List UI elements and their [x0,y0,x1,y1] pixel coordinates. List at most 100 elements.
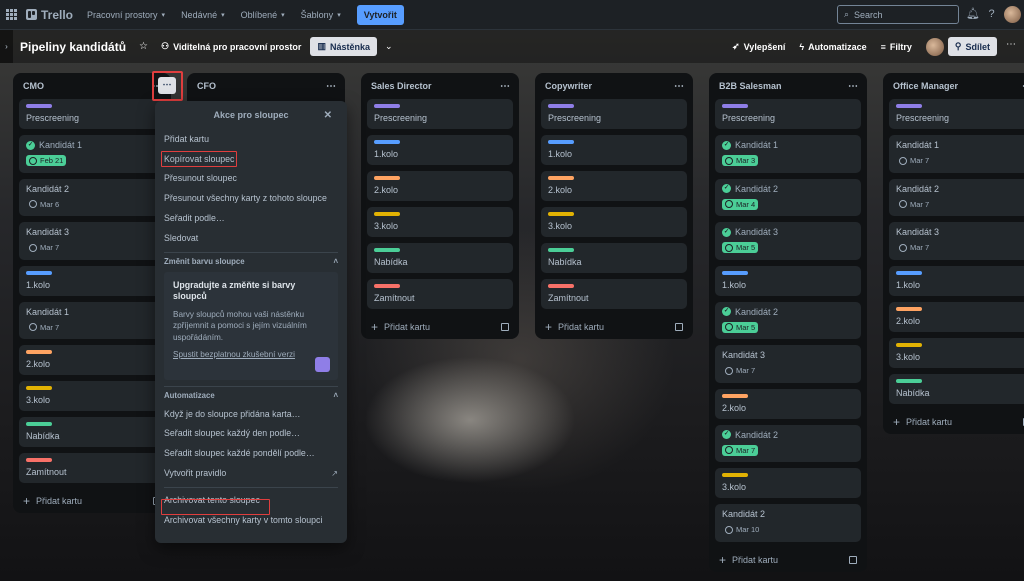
automation-section-header[interactable]: Automatizace ˄ [164,385,338,404]
trello-logo[interactable]: Trello [26,8,73,22]
card[interactable]: Zamítnout [19,453,165,483]
due-date-badge[interactable]: Mar 6 [26,199,62,210]
card[interactable]: Prescreening [541,99,687,129]
star-icon[interactable]: ☆ [139,41,148,52]
card[interactable]: 2.kolo [541,171,687,201]
due-date-badge[interactable]: Mar 5 [722,321,759,333]
add-card-button[interactable]: + Přidat kartu [889,410,1024,434]
sidebar-expand-icon[interactable]: › [0,30,13,63]
create-button[interactable]: Vytvořit [356,4,404,25]
card[interactable]: Kandidát 1 Mar 7 [19,301,165,339]
menu-add-card[interactable]: Přidat kartu [164,129,338,149]
due-date-badge[interactable]: Mar 7 [26,242,62,253]
app-switcher-icon[interactable] [6,8,18,21]
card[interactable]: Prescreening [19,99,165,129]
card[interactable]: 1.kolo [889,265,1024,296]
list-menu-icon[interactable]: ⋯ [323,81,339,92]
card[interactable]: Prescreening [367,99,513,129]
card[interactable]: Kandidát 2 Mar 7 [889,178,1024,216]
card[interactable]: 1.kolo [715,265,861,296]
card[interactable]: 1.kolo [367,135,513,165]
card[interactable]: Kandidát 1 Mar 7 [889,135,1024,173]
check-icon[interactable]: ✓ [722,307,731,316]
card[interactable]: Kandidát 3 Mar 7 [19,222,165,260]
card[interactable]: Nabídka [541,243,687,273]
search-input[interactable]: ⌕ Search [837,5,959,24]
due-date-badge[interactable]: Mar 7 [896,199,932,210]
board-title[interactable]: Pipeliny kandidátů [20,40,126,54]
card[interactable]: 2.kolo [367,171,513,201]
card[interactable]: Kandidát 2 Mar 10 [715,504,861,542]
due-date-badge[interactable]: Mar 7 [896,242,932,253]
user-avatar[interactable] [1004,6,1021,23]
check-icon[interactable]: ✓ [722,227,731,237]
list-title[interactable]: Office Manager [893,81,958,91]
notifications-icon[interactable]: 🔔︎ [966,8,980,21]
check-icon[interactable]: ✓ [722,430,731,439]
card[interactable]: Kandidát 2 Mar 6 [19,178,165,216]
due-date-badge[interactable]: Mar 7 [26,322,62,333]
due-date-badge[interactable]: Mar 10 [722,524,762,535]
list-menu-icon[interactable]: ⋯ [1019,81,1024,92]
more-icon[interactable]: ⋯ [1006,39,1016,50]
menu-when-card-added[interactable]: Když je do sloupce přidána karta… [164,404,338,424]
add-card-button[interactable]: + Přidat kartu [715,548,861,572]
nav-recent[interactable]: Nedávné ▾ [181,10,225,20]
card[interactable]: ✓ Kandidát 2 Mar 7 [715,424,861,462]
help-icon[interactable]: ? [985,8,998,21]
add-card-button[interactable]: + Přidat kartu [541,315,687,339]
share-button[interactable]: ⚲ Sdílet [947,37,997,56]
card-template-icon[interactable] [501,323,509,331]
list-menu-icon[interactable]: ⋯ [497,81,513,92]
trial-link[interactable]: Spustit bezplatnou zkušební verzi [173,350,295,359]
card[interactable]: 3.kolo [541,207,687,237]
card[interactable]: 1.kolo [541,135,687,165]
menu-sort-monday[interactable]: Seřadit sloupec každé pondělí podle… [164,443,338,463]
menu-create-rule[interactable]: Vytvořit pravidlo ↗ [164,463,338,483]
card[interactable]: 2.kolo [715,388,861,419]
check-icon[interactable]: ✓ [26,140,35,150]
member-avatar[interactable] [925,37,944,56]
card[interactable]: Prescreening [889,99,1024,129]
menu-move-all-cards[interactable]: Přesunout všechny karty z tohoto sloupce [164,188,338,208]
list-title[interactable]: CFO [197,81,216,91]
nav-workspaces[interactable]: Pracovní prostory ▾ [87,10,165,20]
close-icon[interactable]: ✕ [324,110,332,121]
card[interactable]: 3.kolo [889,337,1024,368]
card-template-icon[interactable] [675,323,683,331]
card[interactable]: 3.kolo [715,468,861,498]
filters-button[interactable]: ≡ Filtry [881,42,912,52]
due-date-badge[interactable]: Mar 7 [722,444,759,456]
card[interactable]: Nabídka [889,373,1024,404]
card-template-icon[interactable] [849,555,857,564]
card[interactable]: 3.kolo [367,207,513,237]
add-card-button[interactable]: + Přidat kartu [19,489,165,513]
card[interactable]: ✓ Kandidát 1 Feb 21 [19,135,165,173]
check-icon[interactable]: ✓ [722,140,731,150]
due-date-badge[interactable]: Feb 21 [26,155,67,166]
card[interactable]: 2.kolo [19,345,165,375]
card[interactable]: Zamítnout [541,279,687,309]
automation-button[interactable]: ϟ Automatizace [799,42,866,52]
list-title[interactable]: Sales Director [371,81,432,91]
list-title[interactable]: Copywriter [545,81,592,91]
nav-starred[interactable]: Oblíbené ▾ [241,10,285,20]
check-icon[interactable]: ✓ [722,184,731,193]
card[interactable]: Zamítnout [367,279,513,309]
list-menu-icon[interactable]: ⋯ [671,81,687,92]
due-date-badge[interactable]: Mar 7 [896,155,932,166]
card[interactable]: ✓ Kandidát 2 Mar 5 [715,301,861,339]
card[interactable]: Kandidát 3 Mar 7 [715,345,861,383]
due-date-badge[interactable]: Mar 5 [722,242,759,253]
menu-watch[interactable]: Sledovat [164,228,338,248]
card[interactable]: Kandidát 3 Mar 7 [889,222,1024,260]
list-title[interactable]: CMO [23,81,44,91]
card[interactable]: Prescreening [715,99,861,129]
card[interactable]: Nabídka [367,243,513,273]
menu-move-list[interactable]: Přesunout sloupec [164,169,338,189]
card[interactable]: 3.kolo [19,381,165,411]
card[interactable]: ✓ Kandidát 1 Mar 3 [715,135,861,173]
chevron-down-icon[interactable]: ⌄ [385,41,393,52]
list-actions-button[interactable]: ⋯ [158,77,176,94]
card[interactable]: Nabídka [19,417,165,447]
